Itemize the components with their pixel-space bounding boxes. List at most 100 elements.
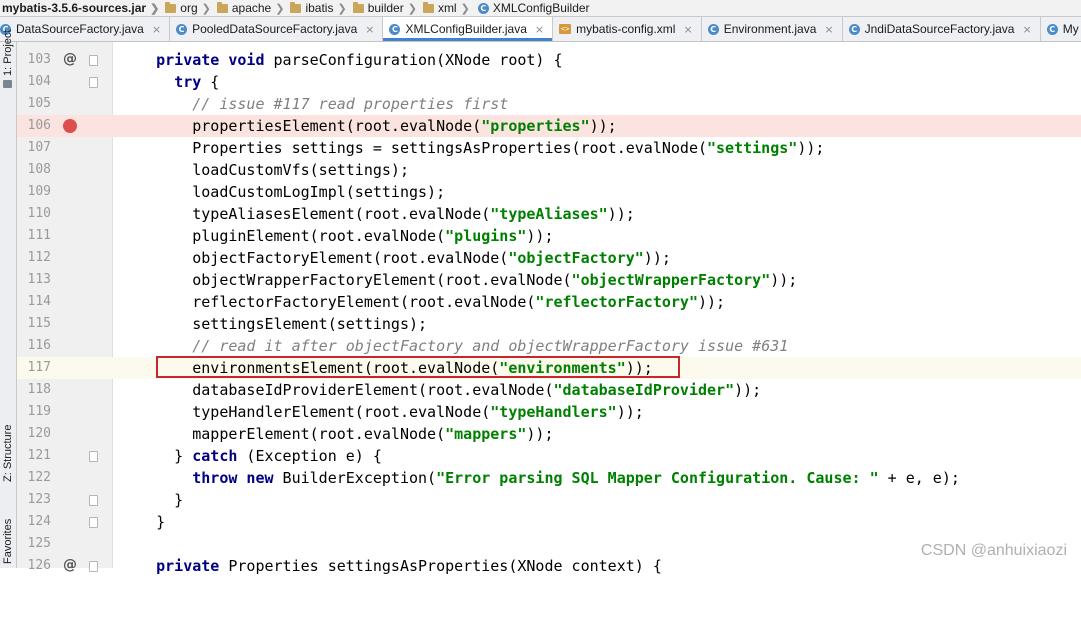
breadcrumb-item[interactable]: xml ❯ <box>421 0 474 16</box>
line-number: 115 <box>27 316 51 331</box>
code-editor[interactable]: 103 @ private void parseConfiguration(XNo… <box>17 49 1081 577</box>
code-token: + e, e); <box>878 469 960 487</box>
java-class-icon: C <box>389 23 401 35</box>
fold-marker-icon[interactable] <box>89 77 98 88</box>
line-number: 107 <box>27 140 51 155</box>
code-text: } <box>120 511 165 533</box>
code-token: Properties settings = settingsAsProperti… <box>120 139 707 157</box>
code-token: )); <box>697 293 726 311</box>
code-line[interactable]: 111 pluginElement(root.evalNode("plugins… <box>17 225 1081 247</box>
code-token: propertiesElement(root.evalNode( <box>120 117 482 135</box>
line-number: 109 <box>27 184 51 199</box>
editor-tab[interactable]: <> mybatis-config.xml × <box>553 17 702 41</box>
code-line[interactable]: 103 @ private void parseConfiguration(XNo… <box>17 49 1081 71</box>
editor-tab[interactable]: C My <box>1041 17 1081 41</box>
breadcrumb-item[interactable]: mybatis-3.5.6-sources.jar ❯ <box>0 0 163 16</box>
code-text: settingsElement(settings); <box>120 313 427 335</box>
editor-tab[interactable]: C XMLConfigBuilder.java × <box>383 17 554 41</box>
code-line[interactable]: 118 databaseIdProviderElement(root.evalN… <box>17 379 1081 401</box>
code-text: databaseIdProviderElement(root.evalNode(… <box>120 379 761 401</box>
breadcrumb-item[interactable]: ibatis ❯ <box>288 0 350 16</box>
keyword-token: try <box>174 73 202 91</box>
favorites-tool-label: Favorites <box>2 518 14 564</box>
code-line[interactable]: 116 // read it after objectFactory and o… <box>17 335 1081 357</box>
fold-marker-icon[interactable] <box>89 451 98 462</box>
code-line[interactable]: 115 settingsElement(settings); <box>17 313 1081 335</box>
fold-marker-icon[interactable] <box>89 55 98 66</box>
breakpoint-icon[interactable] <box>63 119 77 133</box>
editor-tab[interactable]: C Environment.java × <box>702 17 843 41</box>
override-marker-icon[interactable]: @ <box>63 52 77 66</box>
tab-label: XMLConfigBuilder.java <box>405 22 527 36</box>
code-line[interactable]: 110 typeAliasesElement(root.evalNode("ty… <box>17 203 1081 225</box>
xml-file-icon: <> <box>559 24 572 34</box>
code-text: pluginElement(root.evalNode("plugins")); <box>120 225 553 247</box>
folder-icon <box>352 1 364 13</box>
fold-marker-icon[interactable] <box>89 561 98 572</box>
breadcrumb-item[interactable]: apache ❯ <box>215 0 289 16</box>
left-tool-window-strip: 1: Project Z: Structure Favorites <box>0 30 17 568</box>
string-token: "Error parsing SQL Mapper Configuration.… <box>436 469 879 487</box>
editor-tab-bar: C DataSourceFactory.java × C PooledDataSourc… <box>0 17 1081 42</box>
close-icon[interactable]: × <box>535 23 544 36</box>
close-icon[interactable]: × <box>1022 23 1031 36</box>
line-number: 121 <box>27 448 51 463</box>
override-marker-icon[interactable]: @ <box>63 558 77 572</box>
code-token: objectWrapperFactoryElement(root.evalNod… <box>120 271 572 289</box>
keyword-token: private <box>156 557 220 575</box>
chevron-right-icon: ❯ <box>460 2 470 15</box>
code-line[interactable]: 112 objectFactoryElement(root.evalNode("… <box>17 247 1081 269</box>
code-line[interactable]: 109 loadCustomLogImpl(settings); <box>17 181 1081 203</box>
code-line[interactable]: 108 loadCustomVfs(settings); <box>17 159 1081 181</box>
project-tool-button[interactable]: 1: Project <box>0 30 16 136</box>
comment-token: // issue #117 read properties first <box>192 95 509 113</box>
chevron-right-icon: ❯ <box>407 2 417 15</box>
tab-label: JndiDataSourceFactory.java <box>864 22 1015 36</box>
code-line[interactable]: 104 try { <box>17 71 1081 93</box>
line-number: 113 <box>27 272 51 287</box>
string-token: "mappers" <box>445 425 527 443</box>
code-token: )); <box>770 271 798 289</box>
java-class-icon: C <box>848 23 860 35</box>
close-icon[interactable]: × <box>152 23 161 36</box>
fold-marker-icon[interactable] <box>89 495 98 506</box>
code-line[interactable]: 107 Properties settings = settingsAsProp… <box>17 137 1081 159</box>
close-icon[interactable]: × <box>824 23 833 36</box>
code-line[interactable]: 105 // issue #117 read properties first <box>17 93 1081 115</box>
code-line[interactable]: 122 throw new BuilderException("Error pa… <box>17 467 1081 489</box>
line-number: 125 <box>27 536 51 551</box>
tab-label: PooledDataSourceFactory.java <box>192 22 358 36</box>
breadcrumb-item[interactable]: org ❯ <box>163 0 215 16</box>
editor-tab[interactable]: C JndiDataSourceFactory.java × <box>843 17 1041 41</box>
code-token: } <box>120 513 166 531</box>
code-line[interactable]: 119 typeHandlerElement(root.evalNode("ty… <box>17 401 1081 423</box>
line-number: 116 <box>27 338 51 353</box>
code-line[interactable]: 124 } <box>17 511 1081 533</box>
code-line[interactable]: 113 objectWrapperFactoryElement(root.eva… <box>17 269 1081 291</box>
close-icon[interactable]: × <box>365 23 374 36</box>
breadcrumb-item[interactable]: C XMLConfigBuilder <box>474 0 594 16</box>
code-line[interactable]: 123 } <box>17 489 1081 511</box>
folder-icon <box>165 1 177 13</box>
string-token: "typeHandlers" <box>490 403 617 421</box>
fold-marker-icon[interactable] <box>89 517 98 528</box>
tab-label: My <box>1062 22 1079 36</box>
favorites-tool-button[interactable]: Favorites <box>0 519 16 624</box>
code-text: private void parseConfiguration(XNode ro… <box>120 49 563 71</box>
editor-tab[interactable]: C DataSourceFactory.java × <box>0 17 171 41</box>
keyword-token: private void <box>156 51 265 69</box>
breadcrumb-item[interactable]: builder ❯ <box>351 0 421 16</box>
code-line[interactable]: 106 propertiesElement(root.evalNode("pro… <box>17 115 1081 137</box>
chevron-right-icon: ❯ <box>275 2 285 15</box>
code-token: parseConfiguration(XNode root) { <box>264 51 563 69</box>
close-icon[interactable]: × <box>683 23 692 36</box>
code-line[interactable]: 121 } catch (Exception e) { <box>17 445 1081 467</box>
editor-tab[interactable]: C PooledDataSourceFactory.java × <box>170 17 384 41</box>
code-line[interactable]: 114 reflectorFactoryElement(root.evalNod… <box>17 291 1081 313</box>
code-line[interactable]: 120 mapperElement(root.evalNode("mappers… <box>17 423 1081 445</box>
line-number: 114 <box>27 294 51 309</box>
